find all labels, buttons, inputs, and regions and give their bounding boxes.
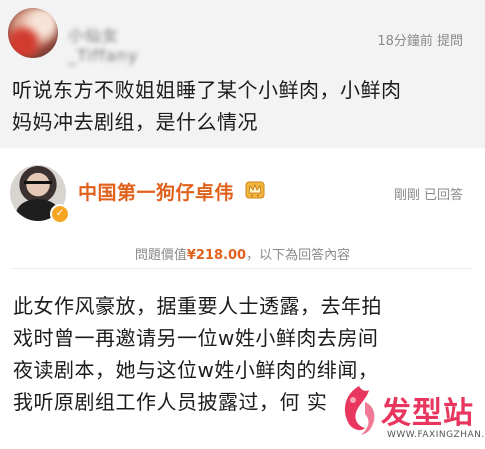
- question-line: 妈妈冲去剧组，是什么情况: [12, 110, 258, 134]
- asker-avatar[interactable]: [8, 8, 58, 58]
- answer-line: 戏时曾一再邀请另一位w姓小鲜肉去房间: [13, 326, 379, 350]
- answer-line: 此女作风豪放，据重要人士透露，去年拍: [13, 294, 382, 318]
- divider: [12, 268, 472, 269]
- price-suffix: ，以下為回答內容: [246, 248, 351, 263]
- question-line: 听说东方不败姐姐睡了某个小鲜肉，小鲜肉: [12, 78, 402, 102]
- price-prefix: 問題價值: [134, 248, 187, 263]
- question-meta: 18分鐘前 提問: [377, 34, 463, 49]
- watermark-url: WWW.FAXINGZHAN.COM: [387, 430, 485, 440]
- site-watermark: 发型站 WWW.FAXINGZHAN.COM: [335, 380, 485, 449]
- watermark-logo-icon: [344, 386, 375, 435]
- price-row: 問題價值¥218.00，以下為回答內容: [0, 244, 485, 263]
- price-value: ¥218.00: [186, 248, 247, 263]
- question-text: 听说东方不败姐姐睡了某个小鲜肉，小鲜肉 妈妈冲去剧组，是什么情况: [12, 74, 474, 138]
- answerer-name[interactable]: 中国第一狗仔卓伟: [78, 178, 234, 205]
- answer-meta: 剛剛 已回答: [393, 188, 463, 203]
- asker-name[interactable]: 小仙女_Tiffany: [68, 22, 176, 65]
- question-card: 小仙女_Tiffany 18分鐘前 提問 听说东方不败姐姐睡了某个小鲜肉，小鲜肉…: [0, 0, 485, 148]
- verified-badge-icon: ✓: [50, 204, 70, 224]
- watermark-text: 发型站: [381, 396, 474, 431]
- crown-badge-icon: [245, 181, 265, 199]
